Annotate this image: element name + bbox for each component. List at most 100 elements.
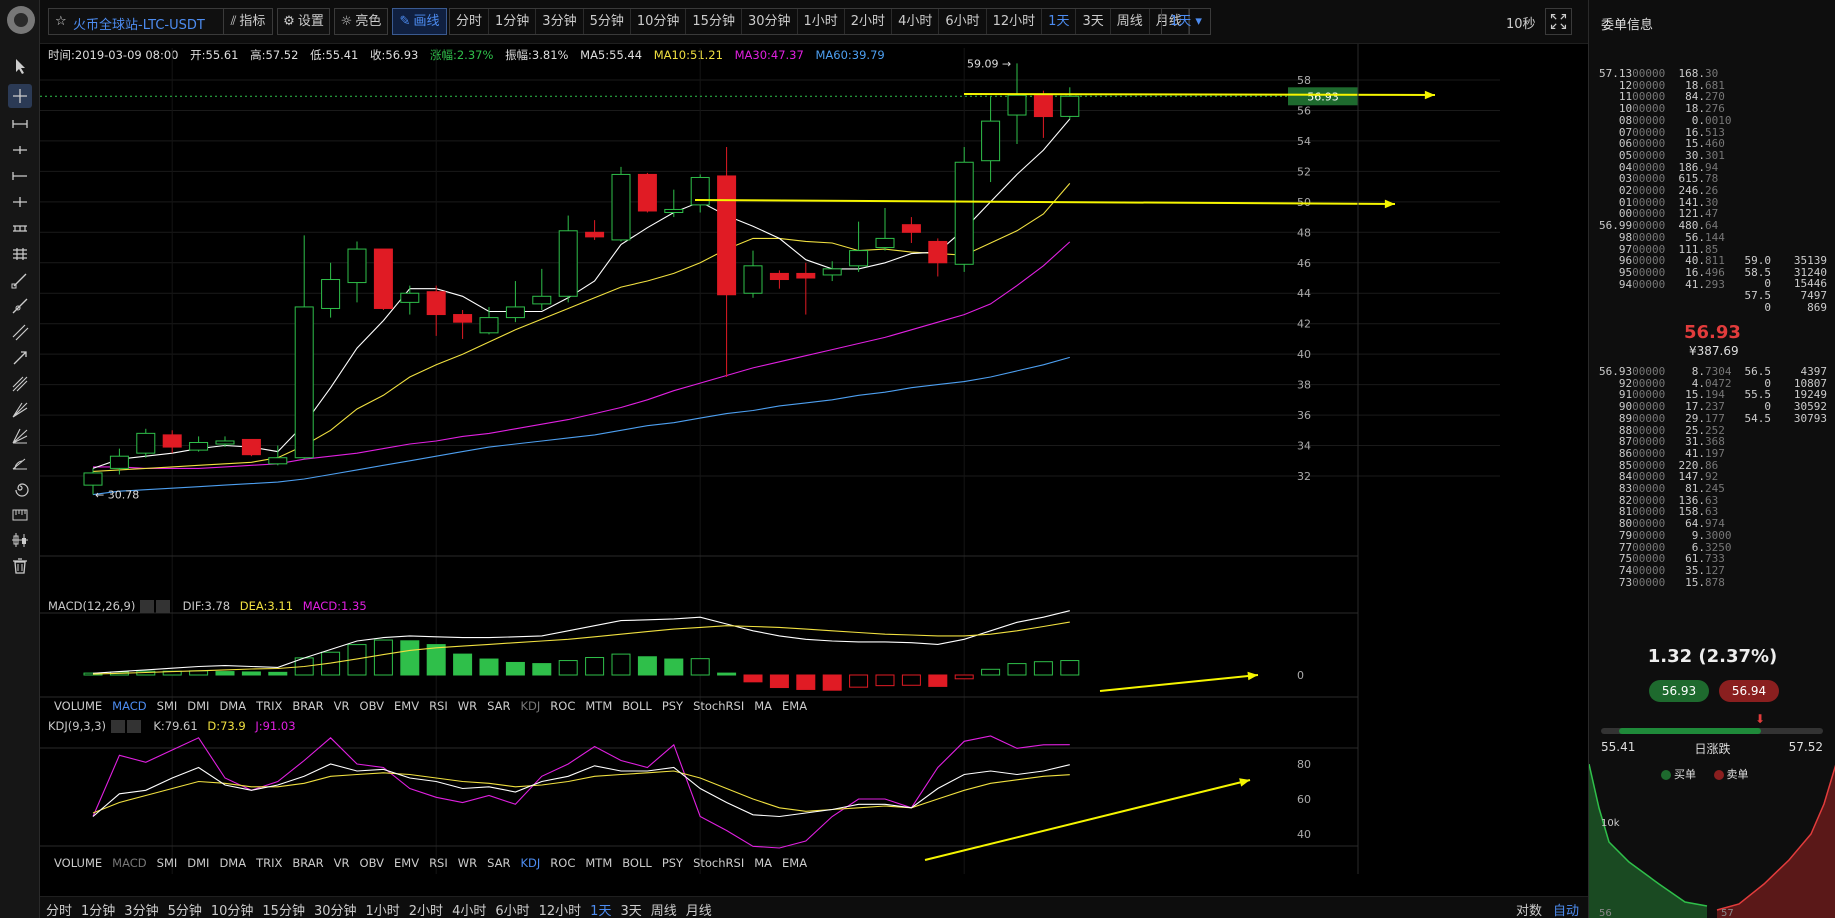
bottom-interval-1[interactable]: 1分钟	[81, 904, 115, 918]
interval-3[interactable]: 5分钟	[584, 9, 631, 34]
indicator-tab-smi[interactable]: SMI	[157, 699, 178, 713]
parallel-lines-icon[interactable]	[8, 242, 32, 266]
interval-4[interactable]: 10分钟	[631, 9, 687, 34]
indicator-tab-ma[interactable]: MA	[754, 856, 772, 870]
indicator-tab-volume[interactable]: VOLUME	[54, 699, 102, 713]
interval-13[interactable]: 3天	[1076, 9, 1111, 34]
gear-icon[interactable]	[140, 600, 154, 613]
theme-toggle-button[interactable]: ☼ 亮色	[334, 8, 388, 35]
close-icon[interactable]	[156, 600, 170, 613]
interval-0[interactable]: 分时	[450, 9, 490, 34]
crosshair-icon[interactable]	[8, 84, 32, 108]
indicator-tab-macd[interactable]: MACD	[112, 856, 146, 870]
indicator-tab-trix[interactable]: TRIX	[256, 699, 282, 713]
interval-9[interactable]: 4小时	[892, 9, 940, 34]
interval-14[interactable]: 周线	[1111, 9, 1150, 34]
indicator-tab-vr[interactable]: VR	[334, 856, 350, 870]
indicator-tab-volume[interactable]: VOLUME	[54, 856, 102, 870]
fibonacci-fan-icon[interactable]	[8, 424, 32, 448]
bottom-interval-0[interactable]: 分时	[46, 904, 72, 918]
bottom-interval-5[interactable]: 15分钟	[262, 904, 305, 918]
measure-icon[interactable]	[8, 502, 32, 526]
pitchfork-icon[interactable]	[8, 372, 32, 396]
interval-dropdown[interactable]: 1天 ▾	[1161, 8, 1211, 35]
symbol-search-box[interactable]: ☆ 火币全球站-LTC-USDT	[48, 8, 251, 35]
price-chart[interactable]: 32 34 36 38 40 42 44 46 48 50 52 54 56 58 56.93 59.09 →…	[40, 44, 1588, 874]
indicator-tab-rsi[interactable]: RSI	[429, 699, 448, 713]
indicator-tab-wr[interactable]: WR	[458, 699, 477, 713]
indicator-tab-kdj[interactable]: KDJ	[521, 856, 541, 870]
bottom-interval-9[interactable]: 4小时	[452, 904, 486, 918]
ask-row[interactable]: 9400000 41.293	[1599, 278, 1725, 291]
favorite-star-icon[interactable]: ☆	[55, 14, 67, 29]
arrow-line-icon[interactable]	[8, 346, 32, 370]
indicator-tab-trix[interactable]: TRIX	[256, 856, 282, 870]
log-scale-toggle[interactable]: 对数	[1516, 900, 1542, 918]
indicator-tab-vr[interactable]: VR	[334, 699, 350, 713]
interval-12[interactable]: 1天	[1042, 9, 1077, 34]
trend-line-icon[interactable]	[8, 268, 32, 292]
ray-tool-icon[interactable]	[8, 138, 32, 162]
extended-line-icon[interactable]	[8, 294, 32, 318]
bottom-interval-15[interactable]: 月线	[686, 904, 712, 918]
indicator-tab-mtm[interactable]: MTM	[585, 856, 612, 870]
indicator-tab-ma[interactable]: MA	[754, 699, 772, 713]
indicator-tab-ema[interactable]: EMA	[782, 699, 807, 713]
interval-6[interactable]: 30分钟	[742, 9, 798, 34]
interval-5[interactable]: 15分钟	[686, 9, 742, 34]
indicator-tab-obv[interactable]: OBV	[360, 856, 384, 870]
indicator-tab-sar[interactable]: SAR	[487, 699, 510, 713]
indicator-tab-boll[interactable]: BOLL	[622, 699, 652, 713]
interval-8[interactable]: 2小时	[845, 9, 893, 34]
bottom-interval-2[interactable]: 3分钟	[124, 904, 158, 918]
fibonacci-arc-icon[interactable]	[8, 450, 32, 474]
trash-icon[interactable]	[8, 554, 32, 578]
indicator-tab-sar[interactable]: SAR	[487, 856, 510, 870]
indicator-tab-psy[interactable]: PSY	[662, 699, 683, 713]
bottom-interval-3[interactable]: 5分钟	[168, 904, 202, 918]
bottom-interval-7[interactable]: 1小时	[366, 904, 400, 918]
indicator-tab-dmi[interactable]: DMI	[187, 856, 209, 870]
best-ask-button[interactable]: 56.94	[1719, 680, 1779, 702]
close-icon[interactable]	[126, 720, 141, 733]
indicator-tab-roc[interactable]: ROC	[550, 856, 575, 870]
bottom-interval-8[interactable]: 2小时	[409, 904, 443, 918]
indicator-tab-rsi[interactable]: RSI	[429, 856, 448, 870]
indicator-tab-roc[interactable]: ROC	[550, 699, 575, 713]
indicator-tab-kdj[interactable]: KDJ	[521, 699, 541, 713]
spiral-icon[interactable]	[8, 476, 32, 500]
indicators-button[interactable]: ⫽ 指标	[223, 8, 273, 35]
bottom-interval-6[interactable]: 30分钟	[314, 904, 357, 918]
segment-tool-icon[interactable]	[8, 112, 32, 136]
indicator-tab-boll[interactable]: BOLL	[622, 856, 652, 870]
indicator-tab-obv[interactable]: OBV	[360, 699, 384, 713]
horizontal-line-icon[interactable]	[8, 164, 32, 188]
indicator-tab-dmi[interactable]: DMI	[187, 699, 209, 713]
indicator-tab-psy[interactable]: PSY	[662, 856, 683, 870]
bottom-interval-13[interactable]: 3天	[620, 904, 641, 918]
bottom-interval-12[interactable]: 1天	[590, 904, 611, 918]
interval-2[interactable]: 3分钟	[536, 9, 584, 34]
interval-10[interactable]: 6小时	[939, 9, 987, 34]
indicator-tab-dma[interactable]: DMA	[219, 856, 246, 870]
bottom-interval-14[interactable]: 周线	[651, 904, 677, 918]
price-line-icon[interactable]	[8, 190, 32, 214]
bottom-interval-4[interactable]: 10分钟	[211, 904, 254, 918]
indicator-tab-ema[interactable]: EMA	[782, 856, 807, 870]
bid-row[interactable]: 7300000 15.878	[1599, 576, 1725, 589]
interval-11[interactable]: 12小时	[987, 9, 1043, 34]
best-bid-button[interactable]: 56.93	[1649, 680, 1709, 702]
indicator-tab-emv[interactable]: EMV	[394, 856, 419, 870]
indicator-tab-mtm[interactable]: MTM	[585, 699, 612, 713]
cursor-arrow-icon[interactable]	[8, 54, 32, 78]
refresh-interval[interactable]: 10秒	[1506, 13, 1536, 32]
indicator-tab-emv[interactable]: EMV	[394, 699, 419, 713]
indicator-tab-brar[interactable]: BRAR	[292, 699, 323, 713]
interval-7[interactable]: 1小时	[798, 9, 845, 34]
interval-1[interactable]: 1分钟	[489, 9, 537, 34]
indicator-tab-smi[interactable]: SMI	[157, 856, 178, 870]
gear-icon[interactable]	[110, 720, 125, 733]
indicator-tab-stochrsi[interactable]: StochRSI	[693, 856, 744, 870]
draw-tools-button[interactable]: ✎ 画线	[392, 8, 447, 35]
indicator-tab-dma[interactable]: DMA	[219, 699, 246, 713]
